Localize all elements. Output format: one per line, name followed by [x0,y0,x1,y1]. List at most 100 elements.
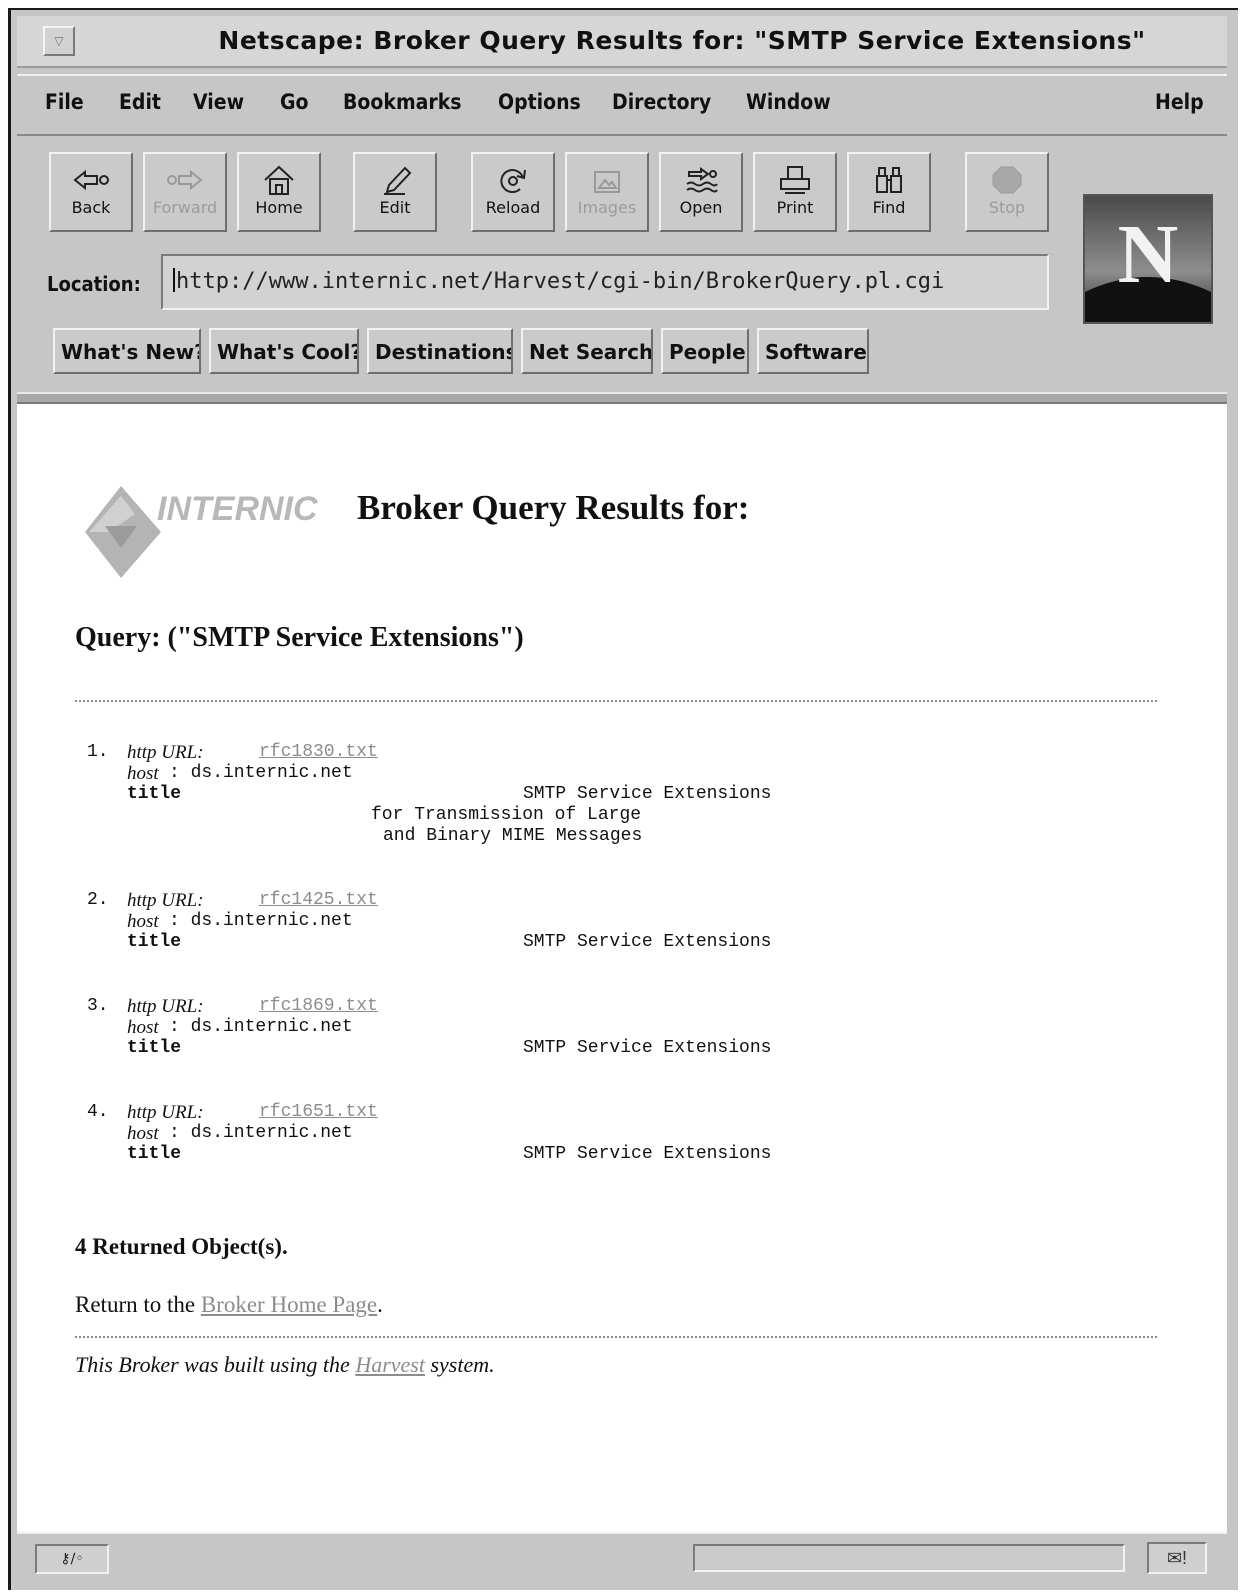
result-title-line: SMTP Service Extensions [523,784,772,804]
result-title-label: title [127,1144,182,1164]
binoculars-icon [876,167,902,193]
return-line: Return to the Broker Home Page. [75,1292,383,1318]
result-number: 3. [87,996,109,1016]
result-title-line: for Transmission of Large [371,805,642,825]
query-heading: Query: ("SMTP Service Extensions") [75,622,524,653]
print-label: Print [776,198,814,217]
return-suffix: . [377,1292,383,1317]
footer-line: This Broker was built using the Harvest … [75,1352,495,1378]
broker-home-link[interactable]: Broker Home Page [201,1292,377,1317]
images-label: Images [577,198,637,217]
result-title-label: title [127,784,182,804]
result-number: 4. [87,1102,109,1122]
harvest-link[interactable]: Harvest [355,1352,425,1377]
broken-key-icon[interactable]: ⚷∕◦ [35,1544,109,1574]
open-button[interactable]: Open [659,152,743,232]
footer-prefix: This Broker was built using the [75,1352,356,1377]
back-button[interactable]: Back [49,152,133,232]
menu-edit[interactable]: Edit [119,90,161,114]
result-url-link[interactable]: rfc1425.txt [259,890,378,911]
home-icon [264,165,294,195]
open-icon [686,167,718,193]
horizontal-rule [75,1336,1157,1338]
result-url-label: http URL: [127,996,204,1017]
result-url-label: http URL: [127,742,204,763]
location-field[interactable]: http://www.internic.net/Harvest/cgi-bin/… [161,254,1049,310]
returned-count: 4 Returned Object(s). [75,1234,288,1259]
progress-bar [693,1544,1125,1572]
menu-go[interactable]: Go [280,90,309,114]
reload-button[interactable]: Reload [471,152,555,232]
menu-file[interactable]: File [45,90,84,114]
footer-suffix: system. [424,1352,495,1377]
print-button[interactable]: Print [753,152,837,232]
result-host-label: host [127,1017,159,1038]
net-search-button[interactable]: Net Search [521,328,653,374]
page-content: INTERNIC Broker Query Results for: Query… [17,402,1227,1532]
svg-text:N: N [1118,208,1179,301]
result-url-link[interactable]: rfc1830.txt [259,742,378,763]
edit-label: Edit [379,198,411,217]
location-url: http://www.internic.net/Harvest/cgi-bin/… [176,269,945,294]
window-title: Netscape: Broker Query Results for: "SMT… [218,26,1146,55]
status-bar: ⚷∕◦ ✉! [17,1532,1227,1590]
result-number: 1. [87,742,109,762]
result-host-value: : ds.internic.net [169,1017,353,1037]
page-title: Broker Query Results for: [357,488,750,527]
result-url-link[interactable]: rfc1869.txt [259,996,378,1017]
edit-button[interactable]: Edit [353,152,437,232]
menu-options[interactable]: Options [498,90,581,114]
home-label: Home [255,198,303,217]
result-title-line: SMTP Service Extensions [523,1038,772,1058]
menu-view[interactable]: View [193,90,244,114]
back-arrow-icon [73,169,109,191]
stop-icon [992,166,1022,194]
menu-help[interactable]: Help [1155,90,1204,114]
location-label: Location: [47,272,141,296]
menu-bookmarks[interactable]: Bookmarks [343,90,462,114]
images-button[interactable]: Images [565,152,649,232]
forward-arrow-icon [167,169,203,191]
forward-button[interactable]: Forward [143,152,227,232]
menu-bar: File Edit View Go Bookmarks Options Dire… [17,74,1227,136]
whats-new-button[interactable]: What's New? [53,328,201,374]
menu-window[interactable]: Window [746,90,831,114]
find-label: Find [872,198,906,217]
images-icon [594,171,620,193]
mail-icon[interactable]: ✉! [1147,1542,1207,1574]
stop-button[interactable]: Stop [965,152,1049,232]
result-url-link[interactable]: rfc1651.txt [259,1102,378,1123]
people-button[interactable]: People [661,328,749,374]
result-url-label: http URL: [127,1102,204,1123]
menu-directory[interactable]: Directory [612,90,711,114]
result-host-value: : ds.internic.net [169,763,353,783]
destinations-button[interactable]: Destinations [367,328,513,374]
result-host-label: host [127,763,159,784]
whats-cool-button[interactable]: What's Cool? [209,328,359,374]
home-button[interactable]: Home [237,152,321,232]
title-bar: ▽ Netscape: Broker Query Results for: "S… [17,16,1227,68]
netscape-logo[interactable]: N [1083,194,1213,324]
result-host-label: host [127,911,159,932]
internic-logo-graphic: INTERNIC [85,486,318,578]
toolbar: Back Forward Home Edit Reload Images Ope… [17,138,1227,400]
result-title-line: SMTP Service Extensions [523,932,772,952]
result-host-value: : ds.internic.net [169,911,353,931]
result-title-line: SMTP Service Extensions [523,1144,772,1164]
return-prefix: Return to the [75,1292,201,1317]
open-label: Open [679,198,723,217]
back-label: Back [71,198,111,217]
result-title-label: title [127,932,182,952]
pencil-icon [384,166,412,195]
find-button[interactable]: Find [847,152,931,232]
software-button[interactable]: Software [757,328,869,374]
internic-logo-text: INTERNIC [157,490,318,528]
result-title-line: and Binary MIME Messages [383,826,643,846]
stop-label: Stop [988,198,1026,217]
internic-logo: INTERNIC [75,474,345,584]
result-host-label: host [127,1123,159,1144]
toolbar-separator [17,392,1227,402]
horizontal-rule [75,700,1157,702]
result-title-label: title [127,1038,182,1058]
reload-icon [500,169,526,194]
